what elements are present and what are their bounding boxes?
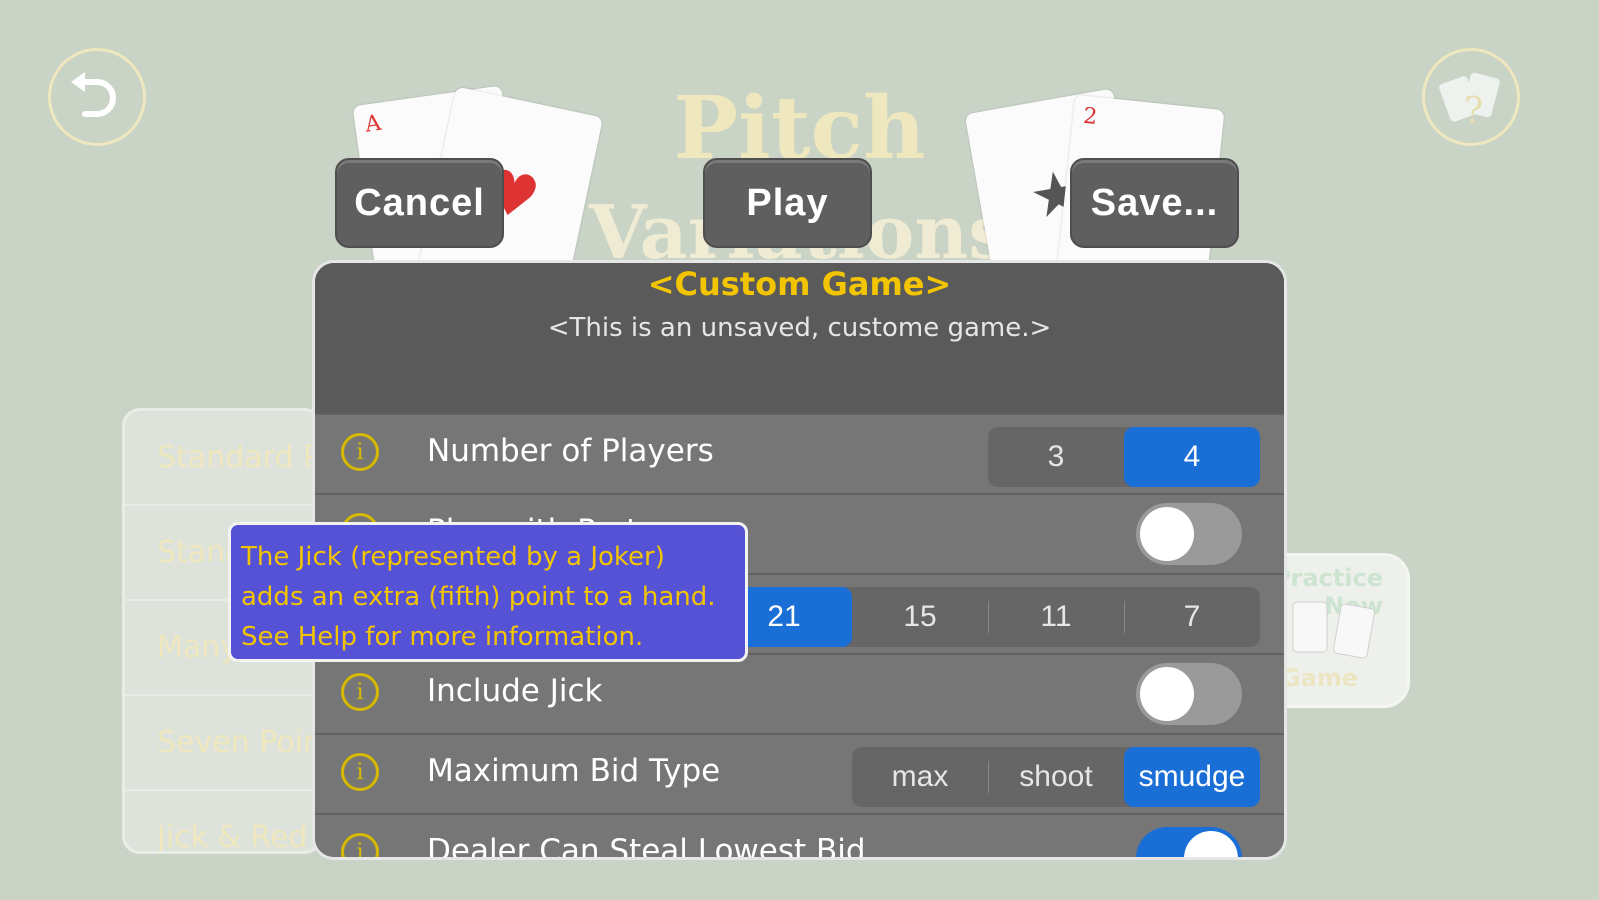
row-label: Include Jick <box>427 673 603 709</box>
info-icon[interactable]: i <box>341 833 379 857</box>
option-7[interactable]: 7 <box>1124 587 1260 647</box>
option-shoot[interactable]: shoot <box>988 747 1124 807</box>
info-icon[interactable]: i <box>341 753 379 791</box>
list-item[interactable]: Seven Point <box>125 696 319 791</box>
jick-info-tooltip: The Jick (represented by a Joker) adds a… <box>228 522 748 662</box>
info-icon[interactable]: i <box>341 433 379 471</box>
save-button[interactable]: Save... <box>1070 158 1239 248</box>
play-button[interactable]: Play <box>703 158 872 248</box>
option-4[interactable]: 4 <box>1124 427 1260 487</box>
panel-subtitle: <This is an unsaved, custome game.> <box>547 313 1052 343</box>
card-rank: 2 <box>1081 103 1099 131</box>
option-15[interactable]: 15 <box>852 587 988 647</box>
players-selector: 3 4 <box>988 427 1260 487</box>
row-number-of-players: i Number of Players 3 4 <box>315 413 1284 493</box>
list-item[interactable]: Jick & Red <box>125 791 319 851</box>
option-max[interactable]: max <box>852 747 988 807</box>
list-item[interactable]: Standard Pitch <box>125 411 319 506</box>
info-icon[interactable]: i <box>341 673 379 711</box>
points-selector: 21 15 11 7 <box>716 587 1260 647</box>
toggle-knob <box>1184 831 1238 857</box>
row-label: Dealer Can Steal Lowest Bid <box>427 833 866 860</box>
cancel-button[interactable]: Cancel <box>335 158 504 248</box>
practice-subtitle: Game <box>1281 664 1359 692</box>
row-dealer-steal: i Dealer Can Steal Lowest Bid <box>315 813 1284 860</box>
toggle-knob <box>1140 667 1194 721</box>
jick-toggle[interactable] <box>1136 663 1242 725</box>
row-include-jick: i Include Jick <box>315 653 1284 733</box>
cards-icon <box>1292 601 1375 659</box>
option-11[interactable]: 11 <box>988 587 1124 647</box>
row-label: Number of Players <box>427 433 714 469</box>
steal-toggle[interactable] <box>1136 827 1242 857</box>
panel-header: <Custom Game> <This is an unsaved, custo… <box>315 263 1284 413</box>
toggle-knob <box>1140 507 1194 561</box>
option-3[interactable]: 3 <box>988 427 1124 487</box>
panel-title: <Custom Game> <box>647 265 952 303</box>
card-rank: A <box>363 110 383 138</box>
option-smudge[interactable]: smudge <box>1124 747 1260 807</box>
bid-type-selector: max shoot smudge <box>852 747 1260 807</box>
partner-toggle[interactable] <box>1136 503 1242 565</box>
row-maximum-bid-type: i Maximum Bid Type max shoot smudge <box>315 733 1284 813</box>
row-label: Maximum Bid Type <box>427 753 721 789</box>
